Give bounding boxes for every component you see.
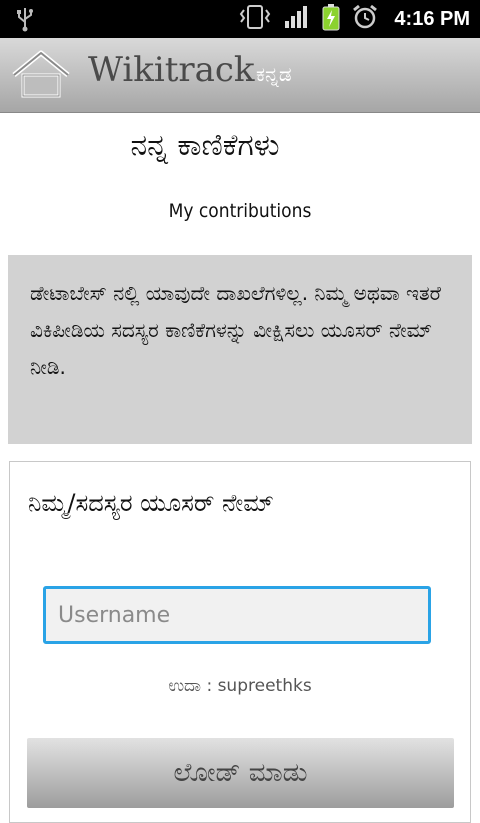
alarm-icon xyxy=(352,4,378,34)
app-bar: Wikitrack ಕನ್ನಡ xyxy=(0,38,480,113)
username-input[interactable] xyxy=(43,586,431,644)
home-icon[interactable] xyxy=(10,48,72,102)
username-label: ನಿಮ್ಮ/ಸದಸ್ಯರ ಯೂಸರ್ ನೇಮ್ xyxy=(28,489,274,517)
username-form: ನಿಮ್ಮ/ಸದಸ್ಯರ ಯೂಸರ್ ನೇಮ್ ಉದಾ : supreethks… xyxy=(9,461,471,823)
load-button[interactable]: ಲೋಡ್ ಮಾಡು xyxy=(27,738,454,808)
battery-charging-icon xyxy=(322,3,340,35)
app-title: Wikitrack xyxy=(88,50,255,90)
info-message: ಡೇಟಾಬೇಸ್ ನಲ್ಲಿ ಯಾವುದೇ ದಾಖಲೆಗಳಿಲ್ಲ. ನಿಮ್ಮ… xyxy=(30,281,441,379)
info-box: ಡೇಟಾಬೇಸ್ ನಲ್ಲಿ ಯಾವುದೇ ದಾಖಲೆಗಳಿಲ್ಲ. ನಿಮ್ಮ… xyxy=(8,255,472,444)
vibrate-icon xyxy=(238,4,272,34)
status-time: 4:16 PM xyxy=(394,7,470,30)
usb-icon xyxy=(16,6,34,36)
page-subtitle: My contributions xyxy=(168,200,312,222)
app-language: ಕನ್ನಡ xyxy=(256,62,292,86)
page-title: ನನ್ನ ಕಾಣಿಕೆಗಳು xyxy=(130,128,280,163)
username-example: ಉದಾ : supreethks xyxy=(168,676,312,696)
signal-icon xyxy=(284,4,310,34)
status-bar: 4:16 PM xyxy=(0,0,480,38)
